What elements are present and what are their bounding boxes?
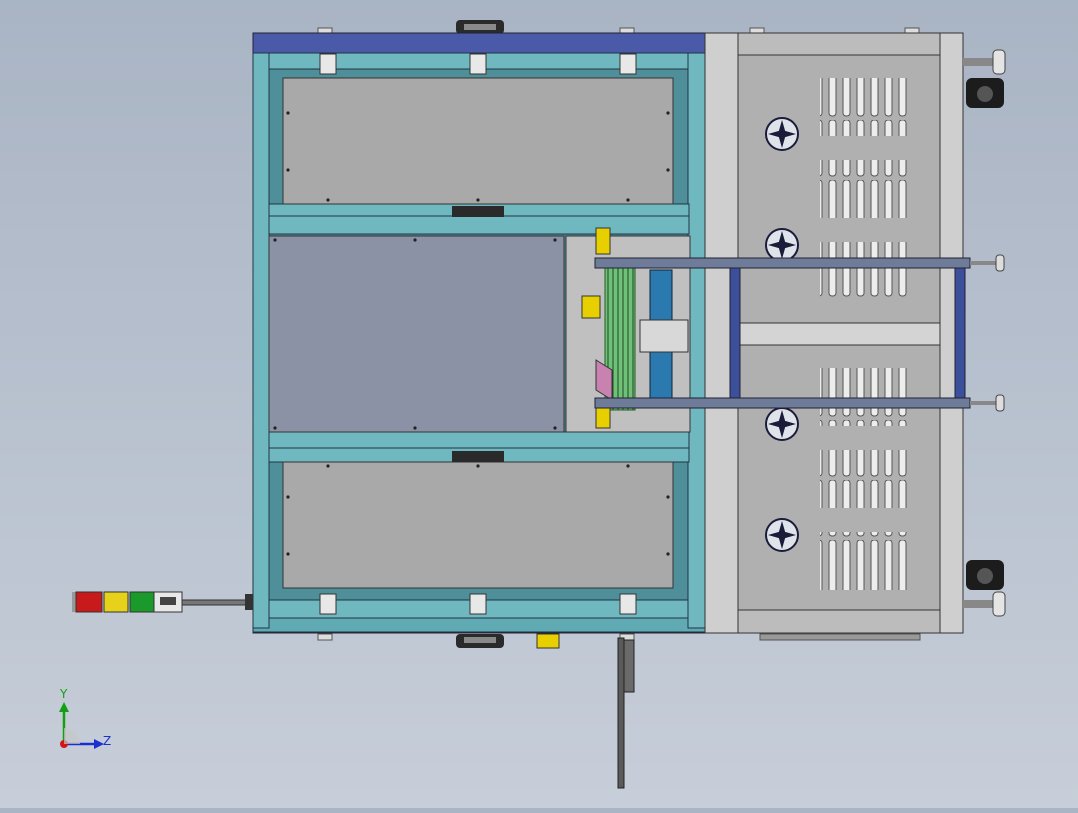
center-panel (268, 235, 565, 433)
stack-light-icon (72, 591, 253, 613)
bottom-panel (282, 461, 674, 589)
panel-latch-upper (452, 206, 504, 217)
fan-icon (765, 117, 799, 151)
top-panel (282, 77, 674, 205)
panel-latch-lower (452, 451, 504, 462)
top-rail (252, 32, 706, 54)
caster-wheels (963, 49, 1006, 617)
triad-z-label: Z (103, 734, 111, 748)
fan-icon (765, 228, 799, 262)
triad-y-label: Y (59, 687, 68, 701)
right-cabinet (704, 32, 964, 634)
yellow-block (536, 633, 560, 649)
vent-slots (820, 78, 910, 136)
machine-top-view: Y Z (59, 20, 1006, 789)
fan-icon (765, 518, 799, 552)
bottom-rod (617, 637, 625, 789)
axis-triad-icon: Y Z (59, 687, 111, 749)
fan-icon (765, 407, 799, 441)
cad-viewport[interactable]: Y Z (0, 0, 1078, 808)
